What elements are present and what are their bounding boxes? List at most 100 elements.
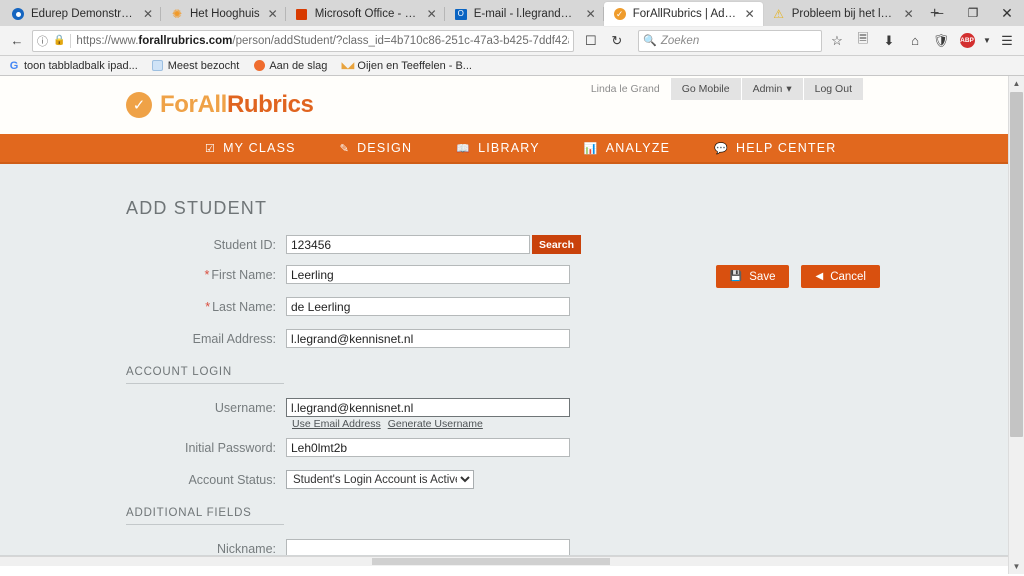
minimize-button[interactable]: ─ bbox=[922, 0, 956, 26]
bookmark-item-1[interactable]: G toon tabbladbalk ipad... bbox=[8, 60, 138, 72]
student-id-input[interactable]: 123456 bbox=[286, 235, 530, 255]
log-out-button[interactable]: Log Out bbox=[802, 78, 863, 100]
close-icon[interactable]: ✕ bbox=[902, 8, 916, 20]
hamburger-menu-icon[interactable]: ☰ bbox=[996, 30, 1018, 52]
site-info-icon[interactable]: ⓘ bbox=[37, 33, 48, 49]
warning-icon: ⚠ bbox=[773, 7, 785, 21]
url-text: https://www.forallrubrics.com/person/add… bbox=[76, 34, 569, 47]
nav-label: DESIGN bbox=[357, 141, 413, 155]
browser-tab-3[interactable]: Microsoft Office - S... ✕ bbox=[284, 2, 445, 26]
bookmarks-bar: G toon tabbladbalk ipad... Meest bezocht… bbox=[0, 56, 1024, 76]
tab-title: ForAllRubrics | Add ... bbox=[632, 8, 737, 20]
username-input[interactable]: l.legrand@kennisnet.nl bbox=[286, 398, 570, 418]
nav-item-library[interactable]: 📖 LIBRARY bbox=[456, 141, 540, 155]
browser-tab-1[interactable]: Edurep Demonstrat... ✕ bbox=[2, 2, 161, 26]
nav-item-help-center[interactable]: 💬 HELP CENTER bbox=[714, 141, 836, 155]
bookmark-label: Aan de slag bbox=[269, 59, 328, 72]
close-window-button[interactable]: ✕ bbox=[990, 0, 1024, 26]
url-bar[interactable]: ⓘ 🔒 https://www.forallrubrics.com/person… bbox=[32, 29, 574, 52]
horizontal-scrollbar[interactable] bbox=[0, 556, 1008, 566]
pencil-icon: ✎ bbox=[339, 142, 351, 155]
page-actions: 💾 Save ◀ Cancel bbox=[715, 265, 880, 288]
bookmark-item-4[interactable]: ◣◢ Oijen en Teeffelen - B... bbox=[341, 60, 472, 72]
first-name-input[interactable]: Leerling bbox=[286, 265, 570, 285]
adblock-badge: ABP bbox=[959, 33, 975, 48]
go-mobile-button[interactable]: Go Mobile bbox=[669, 78, 741, 100]
search-placeholder: Zoeken bbox=[660, 34, 700, 47]
horizontal-scrollbar-thumb[interactable] bbox=[372, 558, 610, 565]
checkbox-square-icon: ☑ bbox=[205, 142, 217, 155]
google-icon: G bbox=[9, 59, 19, 72]
pocket-shield-icon[interactable]: 🛡 bbox=[930, 30, 952, 52]
last-name-input[interactable]: de Leerling bbox=[286, 297, 570, 317]
reader-view-icon[interactable]: ☐ bbox=[580, 30, 602, 52]
site-header: ✓ ForAllRubrics Linda le Grand Go Mobile… bbox=[0, 76, 1008, 134]
browser-tab-2[interactable]: ✺ Het Hooghuis ✕ bbox=[160, 2, 286, 26]
browser-tab-4[interactable]: O E-mail - l.legrand@... ✕ bbox=[443, 2, 604, 26]
email-label: Email Address: bbox=[192, 331, 276, 346]
admin-label: Admin bbox=[752, 83, 783, 95]
url-divider bbox=[70, 33, 72, 48]
tab-strip: Edurep Demonstrat... ✕ ✺ Het Hooghuis ✕ … bbox=[0, 0, 1024, 26]
close-icon[interactable]: ✕ bbox=[584, 8, 598, 20]
library-icon[interactable]: 🗏 bbox=[852, 30, 874, 52]
scroll-up-arrow-icon[interactable]: ▲ bbox=[1009, 76, 1024, 91]
close-icon[interactable]: ✕ bbox=[266, 8, 280, 20]
initial-password-label: Initial Password: bbox=[184, 440, 276, 455]
search-button[interactable]: Search bbox=[532, 235, 582, 255]
browser-window: Edurep Demonstrat... ✕ ✺ Het Hooghuis ✕ … bbox=[0, 0, 1024, 576]
oijen-icon: ◣◢ bbox=[341, 60, 355, 70]
browser-tab-6[interactable]: ⚠ Probleem bij het la... ✕ bbox=[763, 2, 922, 26]
save-button[interactable]: 💾 Save bbox=[715, 265, 790, 288]
chevron-down-icon[interactable]: ▼ bbox=[982, 30, 992, 52]
site-logo[interactable]: ✓ ForAllRubrics bbox=[126, 91, 314, 119]
use-email-address-link[interactable]: Use Email Address bbox=[292, 418, 381, 430]
save-label: Save bbox=[749, 270, 776, 283]
nav-label: HELP CENTER bbox=[736, 141, 837, 155]
book-icon: 📖 bbox=[456, 142, 472, 155]
page-viewport: ✓ ForAllRubrics Linda le Grand Go Mobile… bbox=[0, 76, 1024, 574]
search-icon: 🔍 bbox=[643, 35, 657, 47]
nav-item-my-class[interactable]: ☑ MY CLASS bbox=[205, 141, 296, 155]
vertical-scrollbar-thumb[interactable] bbox=[1010, 92, 1023, 437]
tab-title: E-mail - l.legrand@... bbox=[473, 8, 578, 20]
close-icon[interactable]: ✕ bbox=[425, 8, 439, 20]
downloads-icon[interactable]: ⬇ bbox=[878, 30, 900, 52]
generate-username-link[interactable]: Generate Username bbox=[388, 418, 483, 430]
account-status-select[interactable]: Student's Login Account is Active bbox=[286, 470, 474, 490]
row-last-name: * Last Name: de Leerling bbox=[0, 297, 1008, 317]
back-arrow-icon[interactable]: ← bbox=[6, 30, 28, 52]
nav-item-analyze[interactable]: 📊 ANALYZE bbox=[584, 141, 670, 155]
reload-icon[interactable]: ↻ bbox=[606, 30, 628, 52]
admin-menu-button[interactable]: Admin ▾ bbox=[740, 78, 803, 100]
bookmark-item-3[interactable]: Aan de slag bbox=[253, 60, 327, 72]
microsoft-office-icon bbox=[295, 7, 309, 21]
bookmark-star-icon[interactable]: ☆ bbox=[826, 30, 848, 52]
https-lock-icon: 🔒 bbox=[53, 35, 66, 46]
scroll-down-arrow-icon[interactable]: ▼ bbox=[1009, 559, 1024, 574]
nickname-label: Nickname: bbox=[216, 541, 276, 556]
maximize-button[interactable]: ❐ bbox=[956, 0, 990, 26]
nav-item-design[interactable]: ✎ DESIGN bbox=[340, 141, 413, 155]
browser-search-bar[interactable]: 🔍 Zoeken bbox=[637, 29, 822, 52]
browser-tab-5-active[interactable]: ✓ ForAllRubrics | Add ... ✕ bbox=[602, 2, 763, 26]
chevron-left-icon: ◀ bbox=[815, 271, 824, 282]
adblock-plus-button[interactable]: ABP bbox=[956, 30, 978, 52]
section-additional-fields: ADDITIONAL FIELDS bbox=[126, 507, 284, 526]
email-input[interactable]: l.legrand@kennisnet.nl bbox=[286, 329, 570, 349]
tab-title: Het Hooghuis bbox=[190, 8, 260, 20]
initial-password-input[interactable]: Leh0lmt2b bbox=[286, 438, 570, 458]
required-asterisk: * bbox=[204, 267, 210, 282]
bar-chart-icon: 📊 bbox=[583, 142, 599, 155]
close-icon[interactable]: ✕ bbox=[743, 8, 757, 20]
cancel-label: Cancel bbox=[830, 270, 866, 283]
bookmark-item-2[interactable]: Meest bezocht bbox=[152, 60, 239, 72]
vertical-scrollbar[interactable]: ▲ ▼ bbox=[1008, 76, 1024, 574]
close-icon[interactable]: ✕ bbox=[141, 8, 155, 20]
home-icon[interactable]: ⌂ bbox=[904, 30, 926, 52]
page-title: ADD STUDENT bbox=[126, 198, 268, 219]
cancel-button[interactable]: ◀ Cancel bbox=[801, 265, 880, 288]
username-helper-links: Use Email Address Generate Username bbox=[292, 418, 1008, 430]
chevron-down-icon: ▾ bbox=[786, 83, 792, 95]
logo-wordmark: ForAllRubrics bbox=[160, 91, 314, 118]
